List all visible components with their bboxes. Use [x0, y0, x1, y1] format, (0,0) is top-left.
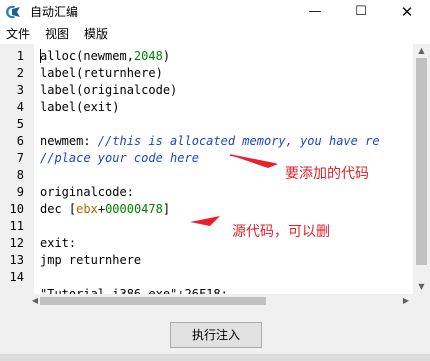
window-title: 自动汇编	[30, 5, 79, 19]
scroll-up-icon[interactable]: ▲	[413, 44, 430, 58]
line-number: 13	[9, 253, 24, 267]
scroll-down-icon[interactable]: ▼	[413, 280, 430, 294]
vertical-scroll-thumb[interactable]	[416, 58, 427, 265]
code-line-9: originalcode:	[40, 185, 134, 199]
scroll-right-icon[interactable]: ▶	[399, 294, 413, 308]
code-number: 00000478	[105, 202, 163, 216]
scrollbar-corner	[413, 294, 430, 308]
menu-file[interactable]: 文件	[6, 26, 30, 42]
code-comment: //this is allocated memory, you have re	[97, 134, 380, 148]
code-token: ]	[162, 202, 171, 216]
code-token: )	[162, 49, 171, 63]
line-number: 11	[9, 219, 24, 233]
line-number: 12	[9, 236, 24, 250]
code-line-3: label(originalcode)	[40, 83, 178, 97]
cheat-engine-icon	[6, 5, 20, 19]
code-line-13: jmp returnhere	[40, 253, 142, 267]
horizontal-scroll-thumb[interactable]	[40, 297, 266, 305]
line-number: 3	[16, 83, 24, 97]
menu-template[interactable]: 模版	[84, 26, 108, 42]
bottom-panel: 执行注入	[0, 308, 430, 361]
maximize-button[interactable]: ☐	[338, 0, 384, 24]
line-number: 10	[9, 202, 24, 216]
code-register: ebx	[76, 202, 98, 216]
line-number: 7	[16, 151, 24, 165]
close-button[interactable]: ✕	[384, 0, 430, 24]
code-line-7: //place your code here	[40, 151, 199, 165]
execute-injection-button[interactable]: 执行注入	[170, 322, 262, 348]
code-line-4: label(exit)	[40, 100, 120, 114]
line-number: 2	[16, 66, 24, 80]
line-number: 1	[16, 49, 24, 63]
menu-view[interactable]: 视图	[45, 26, 69, 42]
line-number: 4	[16, 100, 24, 114]
title-bar: 自动汇编 — ☐ ✕	[0, 0, 430, 24]
code-line-1: alloc(newmem,2048)	[40, 48, 170, 65]
line-number: 6	[16, 134, 24, 148]
code-token: alloc	[40, 49, 77, 63]
arrow-icon	[229, 154, 278, 168]
line-number-gutter: 1 2 3 4 5 6 7 8 9 10 11 12 13 14	[0, 44, 34, 308]
code-line-2: label(returnhere)	[40, 66, 163, 80]
line-number: 14	[9, 270, 24, 284]
code-token: dec	[40, 202, 69, 216]
arrow-icon	[190, 216, 220, 226]
code-line-12: exit:	[40, 236, 77, 250]
code-token: (newmem,	[76, 49, 134, 63]
code-line-10: dec [ebx+00000478]	[40, 201, 170, 218]
line-number: 5	[16, 117, 24, 131]
code-label: newmem:	[40, 134, 98, 148]
status-strip	[0, 354, 430, 361]
line-number: 9	[16, 185, 24, 199]
annotation-add-code: 要添加的代码	[285, 166, 369, 182]
vertical-scrollbar[interactable]: ▲ ▼	[413, 44, 430, 294]
code-token: +	[97, 202, 106, 216]
annotation-source-code: 源代码，可以删	[232, 224, 330, 240]
horizontal-scrollbar[interactable]: ◀ ▶	[0, 294, 413, 308]
code-line-6: newmem: //this is allocated memory, you …	[40, 133, 380, 150]
line-number: 8	[16, 168, 24, 182]
menu-bar: 文件 视图 模版	[0, 24, 430, 44]
minimize-button[interactable]: —	[292, 0, 338, 24]
code-number: 2048	[133, 49, 163, 63]
